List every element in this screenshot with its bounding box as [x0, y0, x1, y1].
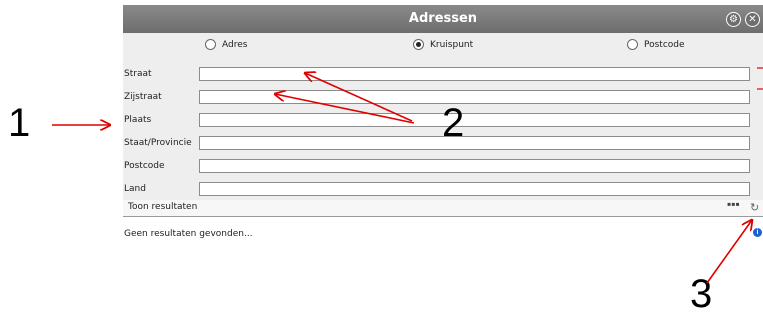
- arrow-to-straat: [305, 73, 413, 122]
- annotation-arrows: [52, 67, 763, 284]
- arrow-to-zijstraat: [275, 94, 415, 124]
- arrow-to-refresh: [706, 220, 752, 284]
